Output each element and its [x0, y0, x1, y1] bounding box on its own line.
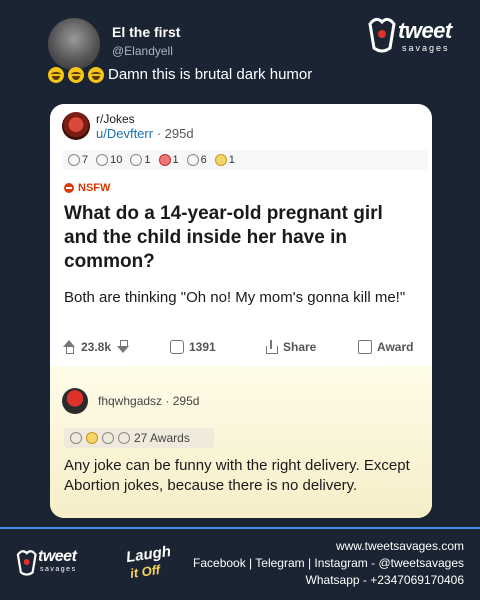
comment-body: Any joke can be funny with the right del…: [64, 457, 410, 494]
laughing-emoji-icon: [68, 66, 84, 83]
share-button[interactable]: Share: [264, 340, 316, 354]
post-author[interactable]: u/Devfterr: [96, 126, 153, 141]
meta-separator: ·: [156, 126, 165, 141]
comment-count: 1391: [189, 340, 216, 354]
award-count: 1: [172, 154, 179, 166]
silver-award-icon: [102, 432, 114, 444]
wholesome-award-icon: [130, 154, 143, 166]
award-label: Award: [377, 340, 414, 354]
award-strip[interactable]: 7 10 1 1 6 1: [62, 150, 428, 170]
cup-logo-icon: [368, 17, 396, 53]
tweet-savages-logo: tweet savages: [362, 12, 460, 56]
award-item: 1: [214, 154, 235, 166]
laugh-it-off-logo: Laugh it Off: [122, 542, 172, 586]
downvote-icon[interactable]: [116, 340, 130, 354]
award-count: 6: [200, 154, 207, 166]
reddit-post-card: r/Jokes u/Devfterr · 295d 7 10 1 1 6 1 N…: [50, 104, 432, 518]
comment-awards[interactable]: 27 Awards: [64, 428, 214, 448]
footer-contact: www.tweetsavages.com Facebook | Telegram…: [193, 538, 464, 589]
gold-award-icon: [214, 154, 227, 166]
award-count: 1: [228, 154, 235, 166]
tweet-body: Damn this is brutal dark humor: [108, 66, 313, 83]
logo-word: tweet: [398, 18, 452, 43]
helpful-award-icon: [118, 432, 130, 444]
comment-author[interactable]: fhqwhgadsz: [98, 394, 162, 408]
s-award-icon: [186, 154, 199, 166]
laughing-emoji-icon: [48, 66, 64, 83]
cup-logo-icon: [16, 550, 37, 576]
gold-award-icon: [86, 432, 98, 444]
logo-word: tweet: [38, 548, 77, 565]
meta-separator: ·: [165, 394, 173, 408]
post-actions: 23.8k 1391 Share Award: [50, 336, 432, 360]
post-meta: u/Devfterr · 295d: [96, 126, 194, 141]
award-item: 10: [96, 154, 122, 166]
award-icon: [358, 340, 372, 354]
nsfw-icon: [64, 183, 74, 193]
vote-count: 23.8k: [81, 340, 112, 354]
share-label: Share: [283, 340, 317, 354]
nsfw-label: NSFW: [78, 182, 111, 194]
award-count: 7: [82, 154, 89, 166]
award-item: 1: [158, 154, 179, 166]
display-name[interactable]: El the first: [112, 24, 180, 40]
website-link[interactable]: www.tweetsavages.com: [193, 538, 464, 555]
post-body: Both are thinking "Oh no! My mom's gonna…: [64, 289, 406, 306]
laughing-emoji-icon: [88, 66, 104, 83]
silver-award-icon: [68, 154, 80, 166]
s-award-icon: [70, 432, 82, 444]
nsfw-badge: NSFW: [64, 182, 110, 194]
vote-control: 23.8k: [62, 340, 130, 354]
award-item: 7: [68, 154, 88, 166]
commenter-avatar[interactable]: [62, 388, 88, 414]
comment-icon: [170, 340, 184, 354]
award-item: 6: [186, 154, 207, 166]
comments-button[interactable]: 1391: [170, 340, 216, 354]
awards-count-label: 27 Awards: [134, 431, 190, 445]
comment-age: 295d: [172, 394, 200, 408]
avatar[interactable]: [48, 18, 100, 70]
rocket-award-icon: [158, 154, 171, 166]
footer-divider: [0, 527, 480, 529]
whatsapp-contact[interactable]: Whatsapp - +2347069170406: [193, 572, 464, 589]
helpful-award-icon: [96, 154, 109, 166]
upvote-icon[interactable]: [62, 340, 76, 354]
subreddit-icon[interactable]: [62, 112, 90, 140]
award-button[interactable]: Award: [358, 340, 413, 354]
it-off-word: it Off: [129, 561, 161, 582]
share-icon: [264, 340, 278, 354]
subreddit-name[interactable]: r/Jokes: [96, 112, 135, 126]
award-count: 10: [110, 154, 123, 166]
logo-subword: savages: [402, 43, 450, 53]
post-age: 295d: [164, 126, 194, 141]
tweet-text: Damn this is brutal dark humor: [48, 66, 312, 83]
award-count: 1: [144, 154, 151, 166]
social-links[interactable]: Facebook | Telegram | Instagram - @tweet…: [193, 555, 464, 572]
logo-subword: savages: [40, 566, 77, 573]
footer-logo: tweet savages: [12, 544, 92, 580]
post-title[interactable]: What do a 14-year-old pregnant girl and …: [64, 202, 420, 274]
comment-meta: fhqwhgadsz · 295d: [98, 394, 199, 408]
user-handle[interactable]: @Elandyell: [112, 44, 173, 58]
award-item: 1: [130, 154, 151, 166]
